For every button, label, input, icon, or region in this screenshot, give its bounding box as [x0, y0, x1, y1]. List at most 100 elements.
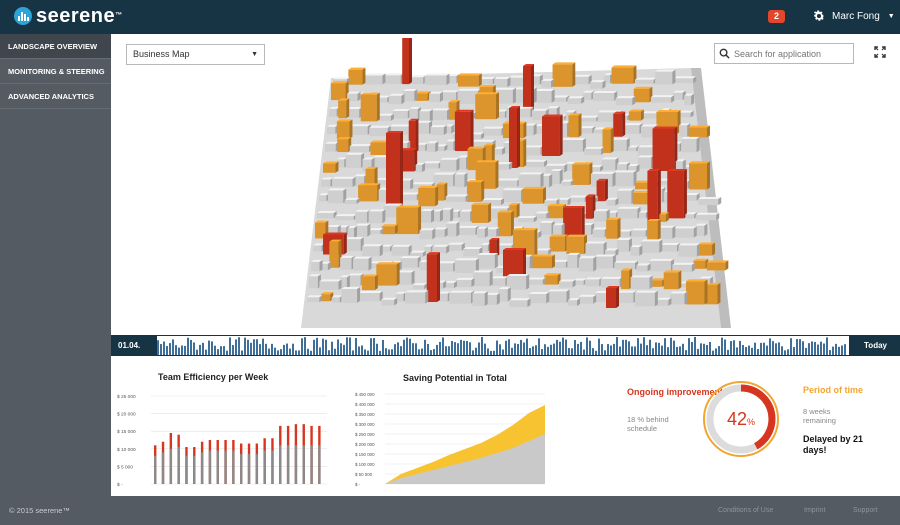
timeline-bar	[748, 345, 750, 355]
city-building	[585, 277, 603, 287]
timeline-bar	[184, 345, 186, 355]
timeline-bar	[823, 343, 825, 355]
timeline-slider[interactable]	[157, 336, 849, 355]
view-select[interactable]: Business Map ▼	[126, 44, 265, 65]
city-building	[559, 279, 576, 288]
y-tick-label: $ 100 000	[355, 462, 375, 467]
timeline-bar	[346, 337, 348, 355]
timeline-bar	[613, 343, 615, 355]
timeline-bar	[664, 338, 666, 355]
timeline-bar	[700, 343, 702, 355]
city-building	[542, 114, 563, 157]
timeline-bar	[202, 342, 204, 355]
timeline-bar	[736, 347, 738, 355]
city-building	[355, 209, 371, 223]
city-building	[436, 144, 448, 152]
copyright: © 2015 seerene™	[9, 506, 70, 515]
city-building	[656, 297, 672, 306]
city-building	[410, 75, 427, 85]
timeline-bar	[547, 346, 549, 355]
city-building	[449, 290, 475, 304]
timeline-bar	[712, 350, 714, 355]
city-building	[348, 273, 364, 286]
city-building	[454, 172, 468, 188]
city-building	[594, 254, 616, 269]
timeline-bar	[415, 343, 417, 355]
timeline: 01.04. Today	[111, 335, 900, 356]
timeline-bar	[559, 341, 561, 355]
city-building	[440, 157, 460, 172]
timeline-bar	[556, 339, 558, 355]
timeline-bar	[517, 343, 519, 355]
city-building	[667, 169, 687, 219]
timeline-bar	[775, 343, 777, 355]
city-building	[400, 256, 421, 268]
timeline-bar	[325, 339, 327, 355]
city-building	[376, 262, 400, 286]
city-building	[486, 227, 500, 237]
timeline-bar	[580, 341, 582, 355]
city-building	[338, 98, 350, 119]
sidebar-item-monitoring-steering[interactable]: MONITORING & STEERING	[0, 59, 111, 84]
city-building	[621, 268, 633, 290]
notification-badge[interactable]: 2	[768, 10, 785, 23]
saving-potential-title: Saving Potential in Total	[403, 373, 507, 383]
sidebar-item-landscape-overview[interactable]: LANDSCAPE OVERVIEW	[0, 34, 111, 59]
timeline-bar	[523, 342, 525, 355]
city-building	[550, 169, 563, 185]
city-building	[424, 73, 450, 85]
city-building	[569, 195, 588, 203]
timeline-bar	[469, 342, 471, 355]
city-building	[398, 270, 415, 285]
software-city-map[interactable]	[291, 38, 731, 334]
city-building	[388, 93, 405, 105]
footer-link-conditions[interactable]: Conditions of Use	[718, 507, 773, 514]
y-tick-label: $ -	[117, 482, 123, 488]
city-building	[482, 126, 505, 136]
city-building	[689, 161, 710, 190]
city-building	[402, 38, 413, 85]
timeline-bar	[745, 346, 747, 355]
search-box[interactable]	[714, 43, 854, 64]
city-building	[522, 186, 546, 204]
timeline-bar	[577, 343, 579, 355]
city-building	[583, 223, 595, 235]
city-building	[345, 152, 365, 168]
timeline-bar	[709, 341, 711, 355]
footer-link-imprint[interactable]: Imprint	[804, 507, 825, 514]
bar-grey	[294, 445, 298, 484]
timeline-bar	[691, 341, 693, 355]
timeline-bar	[232, 344, 234, 355]
logo[interactable]: seerene™	[14, 6, 123, 26]
fullscreen-icon[interactable]	[874, 46, 886, 58]
city-building	[601, 157, 619, 171]
timeline-bar	[367, 350, 369, 355]
timeline-bar	[505, 340, 507, 355]
city-building	[566, 234, 588, 255]
timeline-bar	[484, 343, 486, 355]
timeline-bar	[388, 349, 390, 355]
sidebar-item-advanced-analytics[interactable]: ADVANCED ANALYTICS	[0, 84, 111, 109]
city-building	[628, 145, 640, 152]
timeline-bar	[400, 346, 402, 355]
city-building	[368, 209, 386, 224]
y-tick-label: $ 25 000	[117, 394, 136, 400]
city-building	[347, 225, 358, 239]
timeline-bar	[697, 348, 699, 355]
timeline-bar	[706, 344, 708, 355]
city-building	[426, 252, 441, 303]
city-building	[649, 258, 674, 272]
city-building	[445, 139, 457, 151]
timeline-bar	[331, 341, 333, 355]
timeline-bar	[253, 339, 255, 355]
footer-link-support[interactable]: Support	[853, 507, 878, 514]
city-building	[494, 76, 511, 88]
timeline-bar	[625, 339, 627, 355]
city-building	[528, 292, 550, 304]
timeline-bar	[844, 344, 846, 355]
user-menu[interactable]: Marc Fong ▼	[812, 9, 895, 23]
timeline-bar	[541, 349, 543, 355]
timeline-bar	[532, 346, 534, 355]
timeline-bar	[721, 337, 723, 355]
search-input[interactable]	[734, 48, 844, 59]
